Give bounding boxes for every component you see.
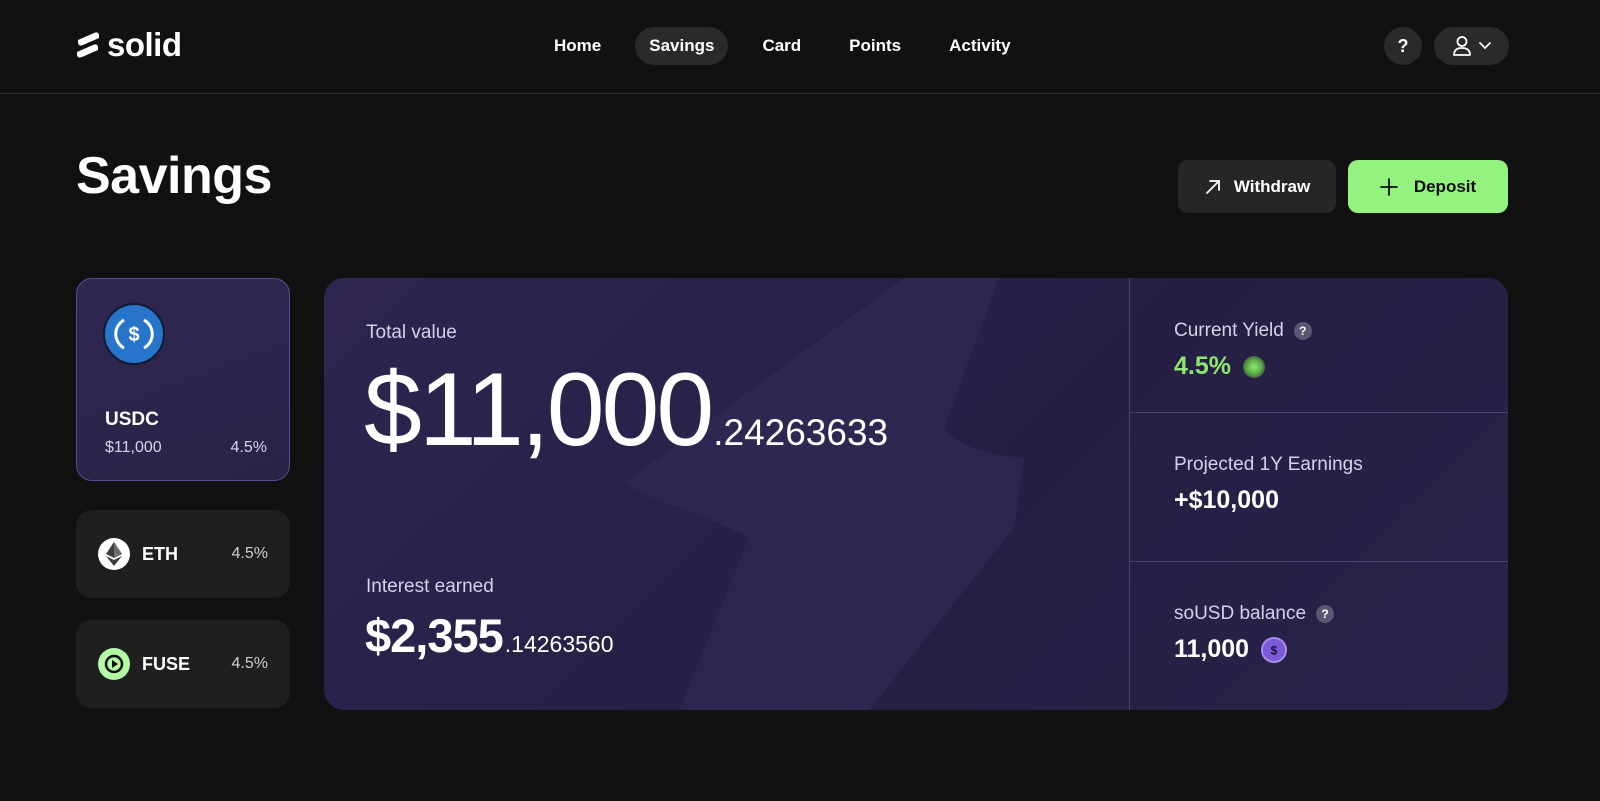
projected-earnings-label: Projected 1Y Earnings	[1174, 454, 1363, 475]
account-menu-button[interactable]	[1434, 27, 1509, 65]
sousd-balance-value: 11,000	[1174, 635, 1250, 663]
plus-icon	[1379, 177, 1398, 196]
sousd-balance-stat: soUSD balance ? 11,000 $	[1174, 603, 1335, 664]
main-nav: Home Savings Card Points Activity	[540, 27, 1045, 65]
interest-integer: $2,355	[365, 609, 504, 662]
asset-rate: 4.5%	[230, 439, 267, 456]
projected-earnings-value: +$10,000	[1174, 486, 1279, 514]
total-value-label: Total value	[366, 322, 457, 343]
page-title: Savings	[76, 147, 272, 205]
asset-name: ETH	[142, 543, 178, 564]
total-value-decimal: .24263633	[713, 412, 889, 453]
panel-divider	[1129, 278, 1130, 710]
interest-earned: $2,355 .14263560	[365, 608, 614, 663]
user-icon	[1452, 36, 1471, 56]
asset-value: $11,000	[105, 439, 162, 456]
eth-icon	[98, 538, 130, 570]
withdraw-button[interactable]: Withdraw	[1178, 160, 1336, 213]
solid-logo-icon	[77, 32, 99, 58]
svg-text:$: $	[1271, 643, 1278, 657]
top-header: solid Home Savings Card Points Activity …	[0, 0, 1600, 94]
interest-earned-label: Interest earned	[366, 576, 494, 597]
savings-summary-panel: Total value $11,000 .24263633 Interest e…	[324, 278, 1508, 710]
withdraw-label: Withdraw	[1233, 176, 1311, 196]
asset-rate: 4.5%	[231, 655, 268, 672]
asset-card-eth[interactable]: ETH 4.5%	[76, 510, 290, 598]
asset-card-usdc[interactable]: $ USDC $11,000 4.5%	[76, 278, 290, 481]
total-value: $11,000 .24263633	[364, 358, 888, 462]
asset-name: FUSE	[142, 653, 191, 674]
sousd-coin-icon: $	[1261, 636, 1288, 663]
help-icon[interactable]: ?	[1316, 605, 1335, 623]
logo-text: solid	[107, 26, 182, 63]
nav-home[interactable]: Home	[540, 27, 615, 65]
nav-points[interactable]: Points	[835, 27, 915, 65]
current-yield-label: Current Yield	[1174, 320, 1284, 341]
usdc-icon: $	[103, 303, 165, 365]
status-dot-icon	[1242, 355, 1265, 378]
deposit-label: Deposit	[1413, 176, 1477, 196]
help-icon: ?	[1397, 35, 1409, 56]
current-yield-stat: Current Yield ? 4.5%	[1174, 320, 1312, 381]
deposit-button[interactable]: Deposit	[1348, 160, 1508, 213]
total-value-integer: $11,000	[364, 352, 714, 468]
current-yield-value: 4.5%	[1174, 352, 1231, 380]
fuse-icon	[98, 648, 130, 680]
nav-card[interactable]: Card	[748, 27, 815, 65]
help-icon[interactable]: ?	[1293, 322, 1312, 340]
svg-text:$: $	[128, 324, 139, 346]
asset-rate: 4.5%	[231, 545, 268, 562]
stat-divider	[1130, 561, 1508, 562]
asset-name: USDC	[105, 409, 159, 430]
nav-savings[interactable]: Savings	[635, 27, 729, 65]
interest-decimal: .14263560	[504, 631, 614, 657]
stat-divider	[1130, 412, 1508, 413]
chevron-down-icon	[1478, 42, 1491, 50]
arrow-up-right-icon	[1205, 179, 1220, 194]
sousd-balance-label: soUSD balance	[1174, 603, 1307, 624]
solid-logo[interactable]: solid	[75, 26, 182, 63]
help-button[interactable]: ?	[1384, 27, 1422, 65]
projected-earnings-stat: Projected 1Y Earnings +$10,000	[1174, 454, 1363, 515]
nav-activity[interactable]: Activity	[935, 27, 1024, 65]
asset-card-fuse[interactable]: FUSE 4.5%	[76, 620, 290, 708]
